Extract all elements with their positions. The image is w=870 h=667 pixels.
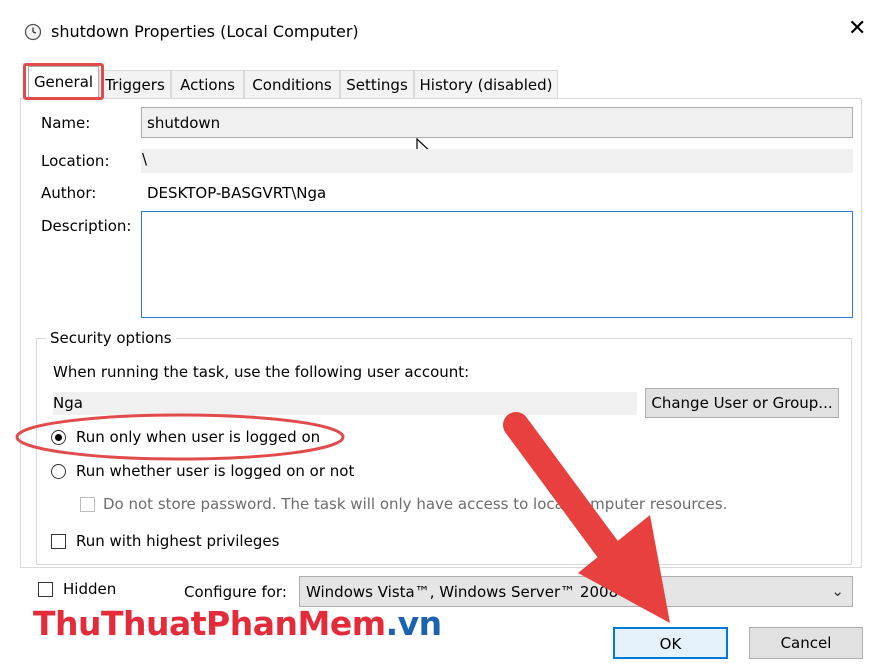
highest-privileges-checkbox[interactable]: [51, 534, 66, 549]
tab-history[interactable]: History (disabled): [414, 70, 558, 98]
location-value: \: [142, 150, 148, 168]
watermark-logo: ThuThuatPhanMem.vn: [33, 604, 442, 643]
radio-whether-logged-on[interactable]: [51, 464, 66, 479]
tab-triggers[interactable]: Triggers: [99, 70, 171, 98]
close-icon[interactable]: ✕: [848, 16, 866, 41]
annotation-highlight-box: [23, 63, 104, 100]
name-field[interactable]: shutdown: [141, 107, 853, 138]
watermark-part2: PhanMem: [206, 604, 386, 643]
author-value: DESKTOP-BASGVRT\Nga: [147, 184, 327, 202]
configure-for-label: Configure for:: [184, 583, 287, 601]
author-label: Author:: [41, 184, 97, 202]
account-prompt: When running the task, use the following…: [53, 363, 470, 381]
cancel-button[interactable]: Cancel: [749, 627, 863, 659]
description-label: Description:: [41, 217, 132, 235]
name-label: Name:: [41, 114, 91, 132]
tab-settings[interactable]: Settings: [340, 70, 414, 98]
watermark-part3: .vn: [385, 604, 443, 643]
description-textarea[interactable]: [141, 211, 853, 318]
chevron-down-icon: ⌄: [831, 582, 844, 600]
do-not-store-checkbox[interactable]: [80, 497, 95, 512]
location-field: \: [141, 149, 853, 173]
watermark-part1: ThuThuat: [33, 604, 207, 643]
annotation-arrow-icon: [503, 412, 670, 623]
highest-privileges-label[interactable]: Run with highest privileges: [76, 532, 279, 550]
security-options-label: Security options: [46, 329, 176, 347]
title-bar: shutdown Properties (Local Computer) ✕: [0, 0, 870, 60]
hidden-checkbox[interactable]: [38, 582, 53, 597]
window-title: shutdown Properties (Local Computer): [51, 22, 359, 41]
user-account-value: Nga: [53, 394, 83, 412]
tab-actions[interactable]: Actions: [171, 70, 244, 98]
annotation-ellipse: [15, 413, 345, 461]
hidden-label[interactable]: Hidden: [63, 580, 116, 598]
task-clock-icon: [24, 23, 42, 41]
tab-conditions[interactable]: Conditions: [244, 70, 340, 98]
radio-whether-label[interactable]: Run whether user is logged on or not: [76, 462, 354, 480]
location-label: Location:: [41, 152, 110, 170]
